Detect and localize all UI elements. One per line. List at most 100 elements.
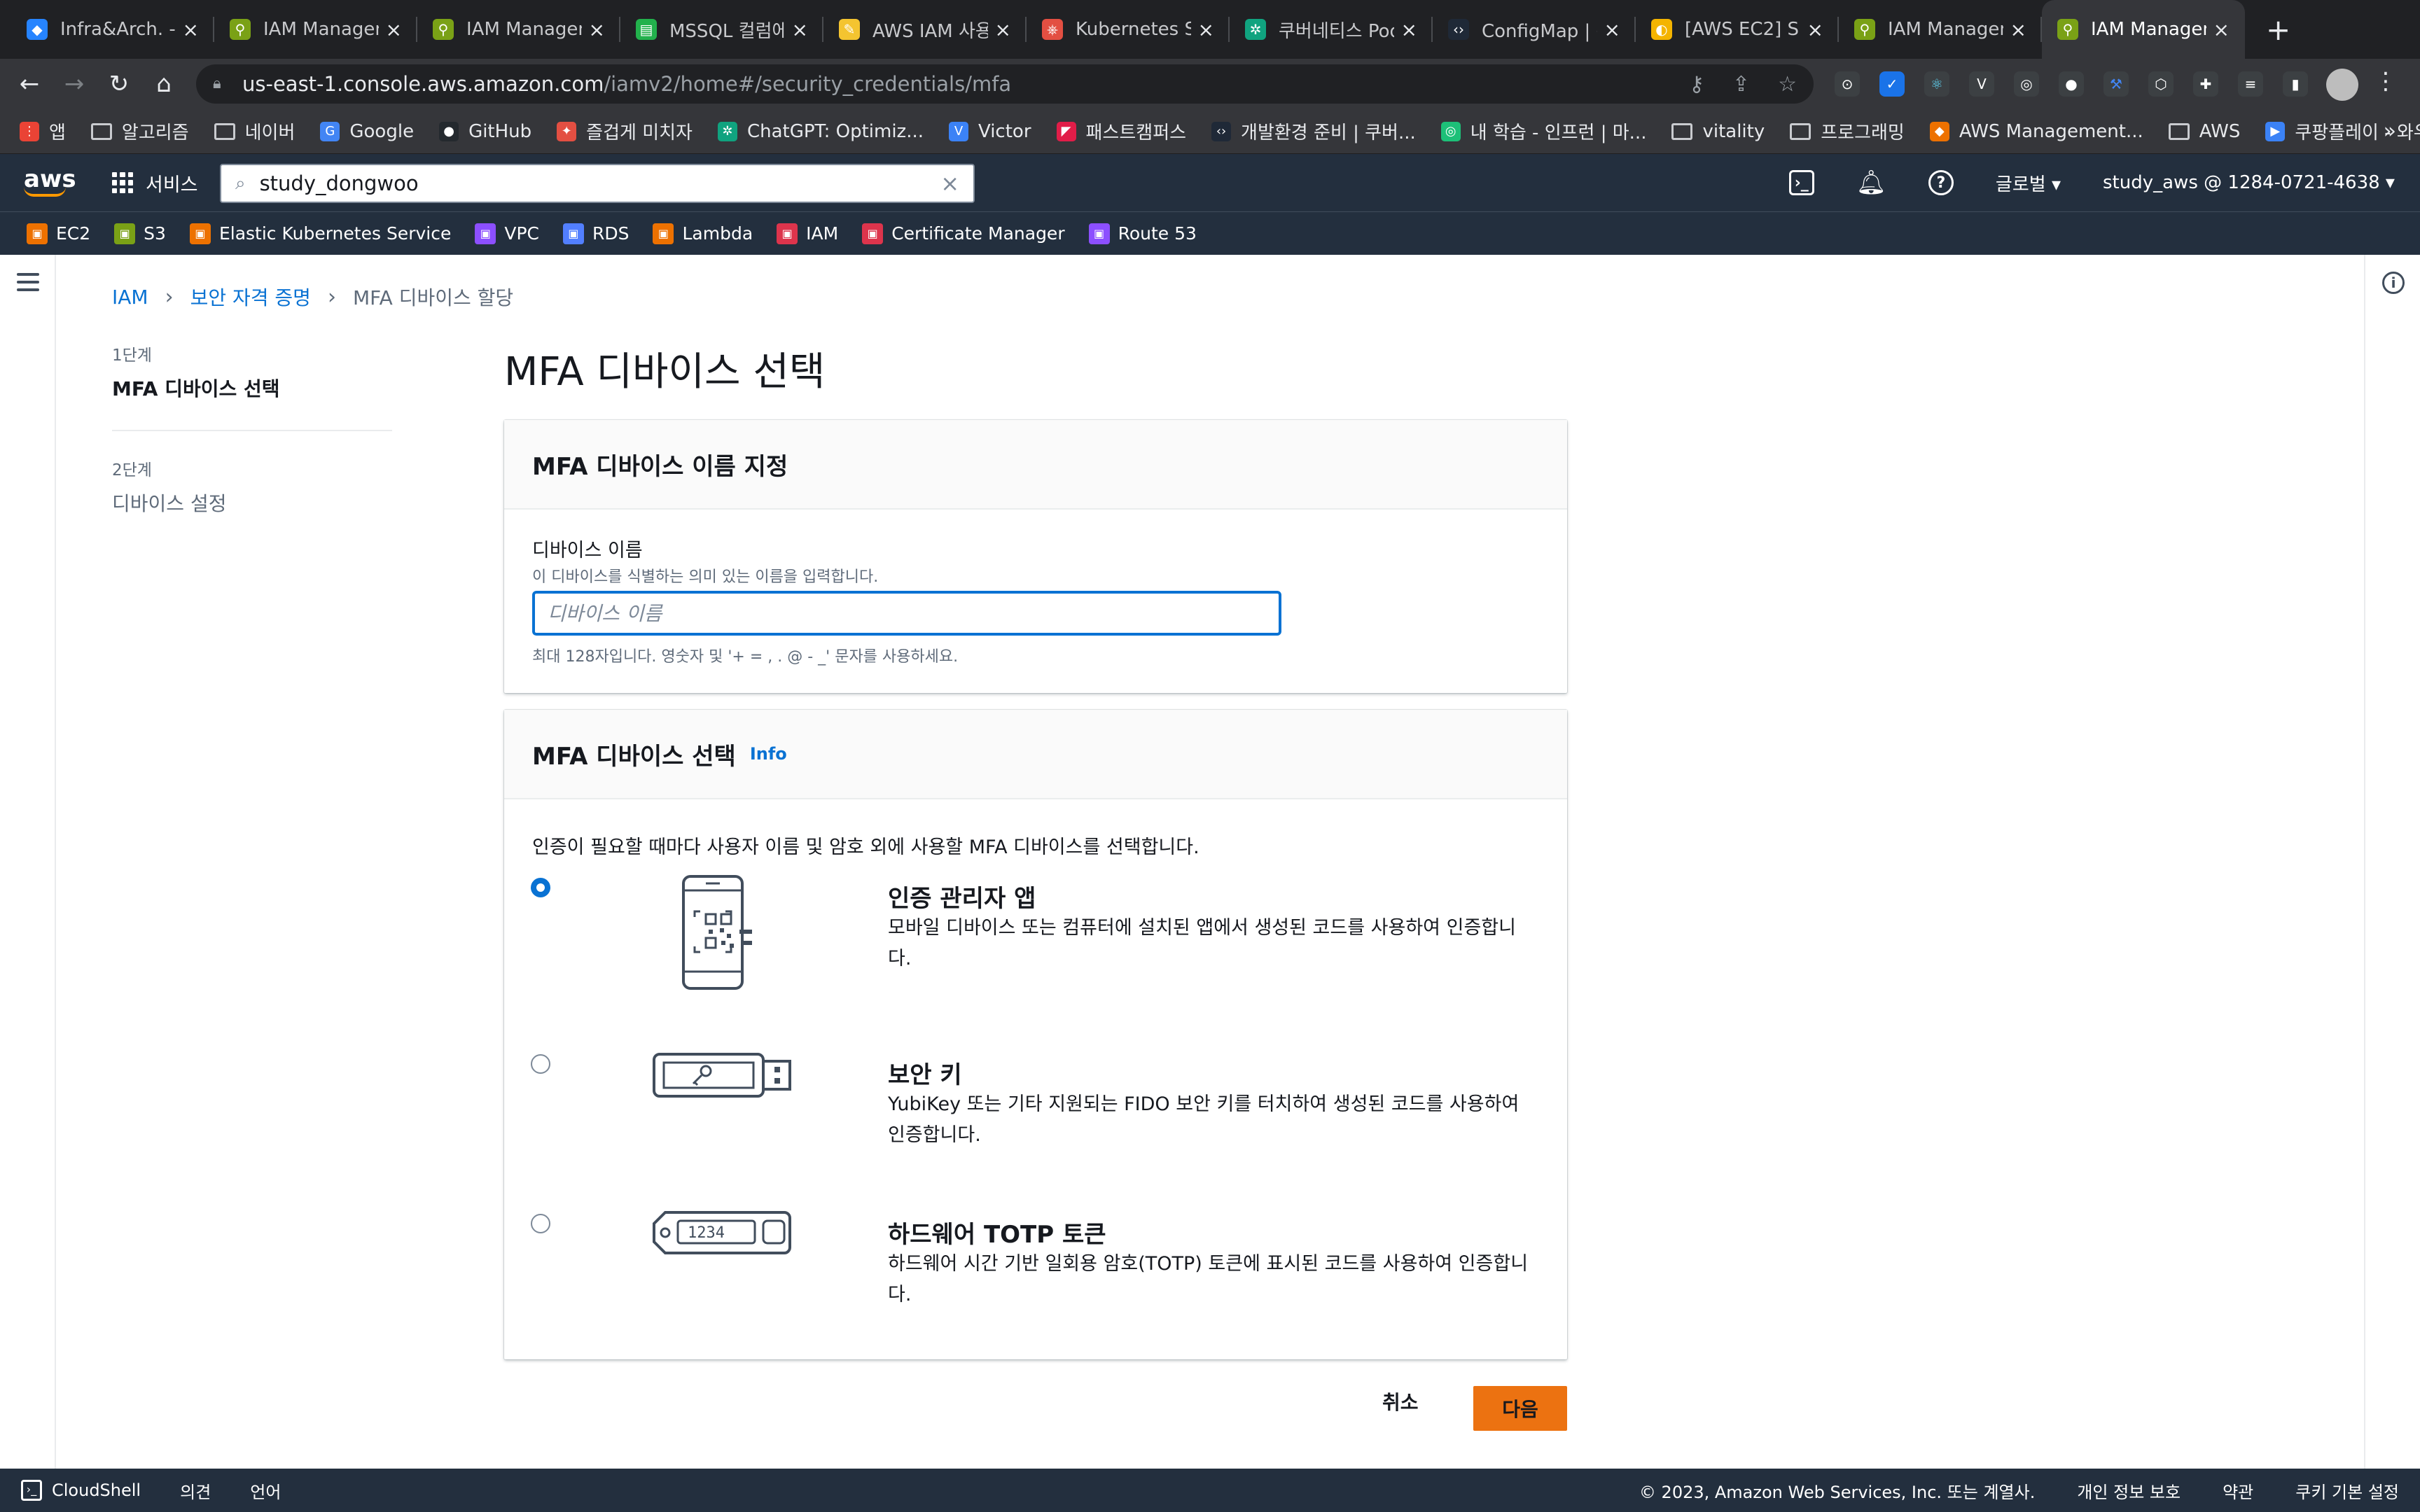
bookmark-item[interactable]: ‹› 개발환경 준비 | 쿠버... — [1211, 118, 1416, 144]
next-button[interactable]: 다음 — [1473, 1386, 1567, 1431]
cookie-icon[interactable]: ● — [2059, 71, 2084, 97]
browser-tab[interactable]: ✎ AWS IAM 사용자 × — [823, 0, 1027, 59]
bookmarks-overflow-icon[interactable]: » — [2384, 119, 2396, 144]
services-menu[interactable]: 서비스 — [112, 169, 198, 197]
info-link[interactable]: Info — [750, 744, 787, 764]
vue-icon[interactable]: V — [1969, 71, 1994, 97]
hex-icon[interactable]: ⬡ — [2148, 71, 2174, 97]
browser-tab[interactable]: ▤ MSSQL 컬럼에 × — [620, 0, 823, 59]
bookmark-item[interactable]: ◎ 내 학습 - 인프런 | 마... — [1440, 118, 1646, 144]
home-icon[interactable]: ⌂ — [141, 70, 186, 98]
share-icon[interactable]: ⇪ — [1732, 72, 1750, 97]
sidepanel-icon[interactable]: ▮ — [2283, 71, 2308, 97]
browser-tab[interactable]: ✲ 쿠버네티스 Pod × — [1230, 0, 1433, 59]
browser-tab[interactable]: ⎈ Kubernetes Se × — [1027, 0, 1230, 59]
browser-tab[interactable]: ‹› ConfigMap | 쿠 × — [1433, 0, 1636, 59]
account-menu[interactable]: study_aws @ 1284-0721-4638 ▾ — [2103, 172, 2395, 193]
feedback-link[interactable]: 의견 — [180, 1478, 211, 1503]
notifications-bell-icon[interactable]: 🔔︎ — [1856, 169, 1886, 197]
extension-icon[interactable]: ⊙ — [1835, 71, 1860, 97]
breadcrumb-iam[interactable]: IAM — [112, 286, 148, 309]
region-selector[interactable]: 글로벌 ▾ — [1996, 170, 2061, 196]
favorite-service[interactable]: ▣ Certificate Manager — [862, 223, 1065, 244]
puzzle-icon[interactable]: ✚ — [2193, 71, 2218, 97]
favorite-service[interactable]: ▣ RDS — [562, 223, 629, 244]
cloudshell-icon[interactable]: ›_ — [1788, 170, 1814, 195]
browser-tab[interactable]: ◐ [AWS EC2] Sp × — [1636, 0, 1839, 59]
cancel-button[interactable]: 취소 — [1382, 1387, 1419, 1415]
option-authenticator-app[interactable]: 인증 관리자 앱 모바일 디바이스 또는 컴퓨터에 설치된 앱에서 생성된 코드… — [504, 864, 1567, 1004]
bookmark-item[interactable]: ⋮ 앱 — [20, 118, 66, 144]
close-tab-icon[interactable]: × — [792, 18, 808, 41]
bookmark-item[interactable]: AWS — [2168, 121, 2240, 142]
breadcrumb-security-credentials[interactable]: 보안 자격 증명 — [190, 283, 311, 311]
privacy-link[interactable]: 개인 정보 보호 — [2077, 1478, 2181, 1503]
close-tab-icon[interactable]: × — [1604, 18, 1620, 41]
bookmark-item[interactable]: ✲ ChatGPT: Optimiz... — [717, 121, 924, 142]
browser-tab[interactable]: ⚲ IAM Managem × — [214, 0, 417, 59]
device-name-input[interactable] — [532, 591, 1281, 636]
bookmark-item[interactable]: ✦ 즐겁게 미치자 — [557, 118, 693, 144]
browser-tab[interactable]: ⚲ IAM Managem × — [2042, 0, 2245, 59]
favorite-service[interactable]: ▣ VPC — [475, 223, 539, 244]
favorite-service[interactable]: ▣ Route 53 — [1088, 223, 1197, 244]
close-tab-icon[interactable]: × — [183, 18, 199, 41]
radio-authenticator-app[interactable] — [531, 878, 550, 897]
todo-check-icon[interactable]: ✓ — [1879, 71, 1905, 97]
star-icon[interactable]: ☆ — [1778, 72, 1797, 97]
bookmark-item[interactable]: ▶ 쿠팡플레이 - 와우 회... — [2265, 118, 2420, 144]
bookmark-item[interactable]: ● GitHub — [439, 121, 531, 142]
close-tab-icon[interactable]: × — [1807, 18, 1823, 41]
bookmark-item[interactable]: ◤ 패스트캠퍼스 — [1056, 118, 1186, 144]
close-tab-icon[interactable]: × — [589, 18, 605, 41]
back-icon[interactable]: ← — [7, 70, 52, 98]
favorite-service[interactable]: ▣ IAM — [777, 223, 838, 244]
reading-list-icon[interactable]: ≡ — [2238, 71, 2263, 97]
cloudshell-footer-button[interactable]: ›_ CloudShell — [21, 1480, 141, 1501]
close-tab-icon[interactable]: × — [2213, 18, 2230, 41]
browser-tab[interactable]: ◆ Infra&Arch. - C × — [11, 0, 214, 59]
bookmark-item[interactable]: 알고리즘 — [90, 118, 189, 144]
browser-tab[interactable]: ⚲ IAM Managem × — [417, 0, 620, 59]
clear-search-icon[interactable]: × — [940, 170, 959, 197]
terms-link[interactable]: 약관 — [2223, 1478, 2253, 1503]
forward-icon[interactable]: → — [52, 70, 97, 98]
aws-logo[interactable]: aws — [24, 167, 76, 197]
info-panel-icon[interactable]: i — [2382, 272, 2405, 294]
radio-hardware-totp[interactable] — [531, 1214, 550, 1233]
google-icon: G — [320, 121, 340, 141]
option-hardware-totp[interactable]: 1234 하드웨어 TOTP 토큰 하드웨어 시간 기반 일회용 암호(TOTP… — [504, 1193, 1567, 1333]
aws-search-box[interactable]: ⌕ study_dongwoo × — [220, 164, 975, 203]
wrench-icon[interactable]: ⚒ — [2103, 71, 2129, 97]
help-icon[interactable]: ? — [1928, 170, 1954, 195]
close-tab-icon[interactable]: × — [1198, 18, 1214, 41]
react-icon[interactable]: ⚛ — [1924, 71, 1949, 97]
favorite-service[interactable]: ▣ Elastic Kubernetes Service — [189, 223, 451, 244]
bookmark-item[interactable]: 프로그래밍 — [1790, 118, 1905, 144]
new-tab-button[interactable]: + — [2245, 0, 2311, 59]
bookmark-item[interactable]: vitality — [1671, 121, 1765, 142]
favorite-service[interactable]: ▣ Lambda — [653, 223, 753, 244]
language-link[interactable]: 언어 — [250, 1478, 281, 1503]
radio-security-key[interactable] — [531, 1054, 550, 1074]
favorite-service[interactable]: ▣ EC2 — [27, 223, 90, 244]
favorite-service[interactable]: ▣ S3 — [114, 223, 166, 244]
close-tab-icon[interactable]: × — [2010, 18, 2026, 41]
close-tab-icon[interactable]: × — [386, 18, 402, 41]
bookmark-item[interactable]: V Victor — [948, 121, 1031, 142]
option-security-key[interactable]: 보안 키 YubiKey 또는 기타 지원되는 FIDO 보안 키를 터치하여 … — [504, 1032, 1567, 1172]
bookmark-item[interactable]: ◆ AWS Management... — [1929, 121, 2143, 142]
target-icon[interactable]: ◎ — [2014, 71, 2039, 97]
profile-avatar[interactable] — [2326, 69, 2358, 101]
kebab-menu-icon[interactable]: ⋮ — [2374, 67, 2398, 95]
bookmark-item[interactable]: G Google — [320, 121, 414, 142]
key-icon[interactable]: ⚷ — [1689, 72, 1704, 97]
reload-icon[interactable]: ↻ — [97, 70, 141, 98]
close-tab-icon[interactable]: × — [995, 18, 1011, 41]
hamburger-menu-icon[interactable] — [17, 273, 39, 296]
close-tab-icon[interactable]: × — [1401, 18, 1417, 41]
cookie-preferences-link[interactable]: 쿠키 기본 설정 — [2295, 1478, 2399, 1503]
address-bar[interactable]: 🔒︎ us-east-1.console.aws.amazon.com/iamv… — [196, 64, 1814, 104]
bookmark-item[interactable]: 네이버 — [214, 118, 295, 144]
browser-tab[interactable]: ⚲ IAM Managem × — [1839, 0, 2042, 59]
